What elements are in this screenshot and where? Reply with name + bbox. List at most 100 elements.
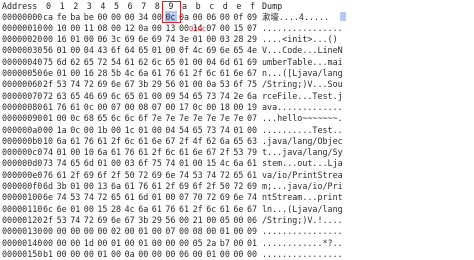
hex-byte-cell[interactable]: 62: [138, 56, 150, 68]
hex-byte-cell[interactable]: 4f: [193, 135, 205, 147]
hex-byte-cell[interactable]: 01: [70, 203, 82, 215]
hex-byte-cell[interactable]: 6f: [97, 169, 109, 181]
hex-byte-cell[interactable]: 00: [165, 248, 177, 260]
hex-byte-cell[interactable]: 00: [43, 22, 55, 34]
hex-byte-cell[interactable]: 18: [220, 101, 232, 113]
hex-byte-cell[interactable]: 6f: [193, 180, 205, 192]
hex-byte-cell[interactable]: 01: [57, 44, 69, 56]
hex-byte-cell[interactable]: 01: [138, 90, 150, 102]
hex-byte-cell[interactable]: 74: [247, 191, 259, 203]
hex-byte-cell[interactable]: 7e: [220, 112, 232, 124]
hex-byte-cell[interactable]: 7e: [179, 112, 191, 124]
hex-byte-cell[interactable]: 3e: [179, 33, 191, 45]
hex-byte-cell[interactable]: 74: [179, 169, 191, 181]
hex-byte-cell[interactable]: 01: [233, 124, 245, 136]
hex-byte-cell[interactable]: 3b: [138, 78, 150, 90]
hex-byte-cell[interactable]: 00: [152, 225, 164, 237]
ascii-dump-cell[interactable]: ............*?..: [262, 237, 343, 249]
hex-byte-cell[interactable]: 00: [206, 214, 218, 226]
hex-byte-cell[interactable]: 67: [165, 135, 177, 147]
hex-byte-cell[interactable]: 6c: [206, 203, 218, 215]
hex-byte-cell[interactable]: 63: [247, 135, 259, 147]
hex-byte-cell[interactable]: 01: [152, 44, 164, 56]
hex-byte-cell[interactable]: 65: [233, 44, 245, 56]
hex-byte-cell[interactable]: 6a: [138, 203, 150, 215]
ascii-dump-cell[interactable]: stem...out...Lja: [262, 157, 343, 169]
hex-byte-cell[interactable]: 74: [57, 191, 69, 203]
hex-byte-cell[interactable]: 0a: [206, 78, 218, 90]
hex-byte-cell[interactable]: 69: [97, 214, 109, 226]
hex-byte-cell[interactable]: 61: [138, 135, 150, 147]
hex-byte-cell[interactable]: 6e: [43, 67, 55, 79]
hex-byte-cell[interactable]: fe: [57, 11, 69, 23]
hex-byte-cell[interactable]: 01: [70, 180, 82, 192]
hex-byte-cell[interactable]: 61: [152, 203, 164, 215]
hex-byte-cell[interactable]: 06: [247, 214, 259, 226]
hex-byte-cell[interactable]: 3c: [111, 33, 123, 45]
hex-byte-cell[interactable]: ba: [70, 11, 82, 23]
hex-byte-cell[interactable]: 7e: [152, 112, 164, 124]
hex-byte-cell[interactable]: 65: [193, 90, 205, 102]
hex-byte-cell[interactable]: 70: [193, 191, 205, 203]
hex-byte-cell[interactable]: 00: [125, 11, 137, 23]
hex-byte-cell[interactable]: 00: [152, 124, 164, 136]
hex-byte-cell[interactable]: 6a: [247, 90, 259, 102]
hex-byte-cell[interactable]: 53: [233, 146, 245, 158]
hex-byte-cell[interactable]: 56: [43, 44, 55, 56]
hex-byte-cell[interactable]: 6a: [111, 180, 123, 192]
ascii-dump-cell[interactable]: va/io/PrintStrea: [262, 169, 343, 181]
hex-byte-cell[interactable]: 06: [97, 33, 109, 45]
hex-byte-cell[interactable]: 34: [138, 11, 150, 23]
hex-byte-cell[interactable]: 53: [57, 214, 69, 226]
hex-byte-cell[interactable]: 0c: [70, 124, 82, 136]
hex-byte-cell[interactable]: 00: [165, 101, 177, 113]
hex-byte-cell[interactable]: 1a: [57, 124, 69, 136]
hex-byte-cell[interactable]: 6c: [125, 112, 137, 124]
hex-byte-cell[interactable]: 69: [247, 180, 259, 192]
hex-byte-cell[interactable]: 4c: [220, 157, 232, 169]
hex-byte-cell[interactable]: 0a: [179, 11, 191, 23]
hex-byte-cell[interactable]: 6c: [152, 56, 164, 68]
hex-byte-cell[interactable]: 61: [220, 67, 232, 79]
ascii-dump-cell[interactable]: ................: [262, 225, 343, 237]
hex-byte-cell[interactable]: 1b: [97, 124, 109, 136]
hex-byte-cell[interactable]: 1c: [125, 124, 137, 136]
hex-byte-cell[interactable]: 07: [152, 101, 164, 113]
hex-byte-cell[interactable]: 00: [233, 225, 245, 237]
hex-byte-cell[interactable]: 00: [193, 248, 205, 260]
ascii-dump-cell[interactable]: ................: [262, 22, 343, 34]
hex-byte-cell[interactable]: 65: [165, 56, 177, 68]
hex-byte-cell[interactable]: 61: [152, 67, 164, 79]
hex-byte-cell[interactable]: 54: [179, 124, 191, 136]
hex-byte-cell[interactable]: 03: [125, 157, 137, 169]
hex-byte-cell[interactable]: 61: [43, 101, 55, 113]
hex-byte-cell[interactable]: 2f: [70, 169, 82, 181]
hex-byte-cell[interactable]: 2f: [179, 135, 191, 147]
hex-byte-cell[interactable]: 6a: [57, 135, 69, 147]
hex-byte-cell[interactable]: 00: [70, 22, 82, 34]
hex-byte-cell[interactable]: 01: [193, 33, 205, 45]
hex-byte-cell[interactable]: 6f: [138, 157, 150, 169]
hex-byte-cell[interactable]: 72: [84, 214, 96, 226]
hex-byte-cell[interactable]: 01: [206, 248, 218, 260]
hex-byte-cell[interactable]: 64: [125, 44, 137, 56]
ascii-dump-cell[interactable]: .java/lang/Objec: [262, 135, 343, 147]
hex-byte-cell[interactable]: 2f: [111, 169, 123, 181]
hex-byte-cell[interactable]: 6c: [125, 135, 137, 147]
hex-byte-cell[interactable]: 76: [165, 67, 177, 79]
hex-byte-cell[interactable]: 73: [206, 124, 218, 136]
hex-byte-cell[interactable]: 01: [70, 33, 82, 45]
hex-byte-cell[interactable]: 79: [247, 146, 259, 158]
hex-byte-cell[interactable]: 6e: [111, 78, 123, 90]
hex-byte-cell[interactable]: 69: [97, 90, 109, 102]
hex-byte-cell[interactable]: 61: [220, 203, 232, 215]
hex-byte-cell[interactable]: 00: [97, 11, 109, 23]
hex-byte-cell[interactable]: 61: [111, 146, 123, 158]
hex-byte-cell[interactable]: 6d: [43, 180, 55, 192]
hex-byte-cell[interactable]: 15: [97, 203, 109, 215]
hex-byte-cell[interactable]: 65: [125, 90, 137, 102]
hex-byte-cell[interactable]: 67: [247, 67, 259, 79]
hex-byte-cell[interactable]: 69: [247, 56, 259, 68]
hex-byte-cell[interactable]: 00: [247, 248, 259, 260]
hex-byte-cell[interactable]: 01: [138, 124, 150, 136]
